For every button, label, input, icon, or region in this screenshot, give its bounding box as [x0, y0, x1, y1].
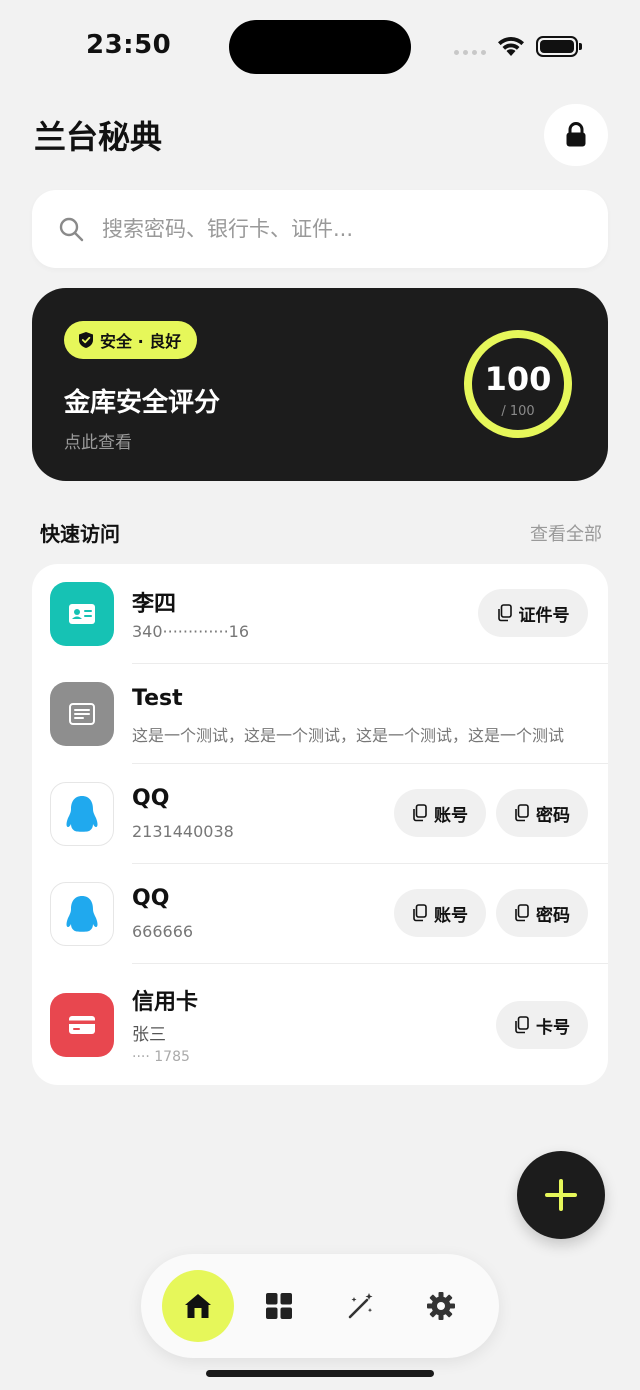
id-card-avatar — [50, 582, 114, 646]
gear-icon — [427, 1292, 455, 1320]
copy-button-label: 密码 — [536, 805, 570, 826]
list-item[interactable]: Test 这是一个测试，这是一个测试，这是一个测试，这是一个测试 — [32, 664, 608, 764]
grid-icon — [266, 1293, 292, 1319]
card-number-masked: ···· 1785 — [132, 1049, 190, 1065]
search-input[interactable] — [102, 217, 542, 241]
shield-check-icon — [79, 332, 93, 348]
copy-icon — [515, 904, 529, 922]
qq-penguin-icon — [66, 896, 98, 932]
copy-button-label: 密码 — [536, 905, 570, 926]
copy-icon — [497, 604, 512, 622]
copy-password-button[interactable]: 密码 — [496, 789, 588, 837]
section-title-quick-access: 快速访问 — [40, 522, 120, 546]
search-bar[interactable] — [32, 190, 608, 268]
copy-icon — [515, 804, 529, 822]
note-avatar — [50, 682, 114, 746]
copy-button-label: 账号 — [434, 905, 468, 926]
qq-avatar — [50, 782, 114, 846]
score-max: / 100 — [501, 404, 535, 419]
home-indicator — [206, 1370, 434, 1377]
copy-id-number-button[interactable]: 证件号 — [478, 589, 588, 637]
home-icon — [185, 1294, 211, 1318]
item-subtitle: 这是一个测试，这是一个测试，这是一个测试，这是一个测试 — [132, 726, 565, 745]
battery-icon — [536, 36, 582, 57]
item-subtitle: 2131440038 — [132, 822, 234, 841]
security-score-card[interactable]: 安全 · 良好 金库安全评分 点此查看 100 / 100 — [32, 288, 608, 481]
id-card-icon — [69, 604, 95, 624]
quick-access-list: 李四 340·············16 证件号 Test 这是一个测试，这是… — [32, 564, 608, 1085]
copy-card-number-button[interactable]: 卡号 — [496, 1001, 588, 1049]
view-all-link[interactable]: 查看全部 — [530, 520, 602, 546]
lock-icon — [566, 122, 586, 147]
tab-categories[interactable] — [243, 1270, 315, 1342]
item-title: QQ — [132, 786, 170, 811]
copy-icon — [413, 904, 427, 922]
item-title: 信用卡 — [132, 990, 199, 1015]
credit-card-icon — [69, 1016, 95, 1034]
search-icon — [59, 217, 84, 242]
copy-button-label: 账号 — [434, 805, 468, 826]
copy-account-button[interactable]: 账号 — [394, 789, 486, 837]
tab-bar — [141, 1254, 499, 1358]
score-title: 金库安全评分 — [64, 388, 221, 418]
tab-settings[interactable] — [405, 1270, 477, 1342]
add-item-button[interactable] — [517, 1151, 605, 1239]
qq-penguin-icon — [66, 796, 98, 832]
credit-card-avatar — [50, 993, 114, 1057]
copy-button-label: 证件号 — [518, 605, 570, 626]
badge-label: 安全 · 良好 — [100, 332, 182, 351]
status-time: 23:50 — [86, 30, 172, 60]
tab-home[interactable] — [162, 1270, 234, 1342]
tab-generator[interactable] — [324, 1270, 396, 1342]
wifi-icon — [498, 36, 524, 56]
item-title: QQ — [132, 886, 170, 911]
list-item[interactable]: 李四 340·············16 证件号 — [32, 564, 608, 664]
score-ring: 100 / 100 — [464, 330, 572, 438]
status-badge: 安全 · 良好 — [64, 321, 198, 359]
copy-icon — [515, 1016, 529, 1034]
magic-wand-icon — [348, 1293, 373, 1319]
page-title: 兰台秘典 — [34, 118, 163, 156]
item-title: Test — [132, 686, 183, 711]
copy-button-label: 卡号 — [536, 1017, 570, 1038]
status-bar: 23:50 — [0, 0, 640, 94]
list-item[interactable]: QQ 2131440038 账号 密码 — [32, 764, 608, 864]
dynamic-island — [229, 20, 411, 74]
plus-icon — [545, 1179, 577, 1211]
score-value: 100 — [484, 360, 552, 398]
item-subtitle: 张三 — [132, 1025, 166, 1045]
list-item[interactable]: QQ 666666 账号 密码 — [32, 864, 608, 964]
list-item[interactable]: 信用卡 张三 ···· 1785 卡号 — [32, 964, 608, 1085]
item-subtitle: 666666 — [132, 922, 194, 941]
cellular-signal-icon — [454, 50, 486, 55]
lock-button[interactable] — [544, 104, 608, 166]
note-icon — [69, 703, 95, 725]
item-title: 李四 — [132, 592, 177, 617]
score-subtitle: 点此查看 — [64, 433, 132, 453]
copy-password-button[interactable]: 密码 — [496, 889, 588, 937]
copy-account-button[interactable]: 账号 — [394, 889, 486, 937]
qq-avatar — [50, 882, 114, 946]
copy-icon — [413, 804, 427, 822]
